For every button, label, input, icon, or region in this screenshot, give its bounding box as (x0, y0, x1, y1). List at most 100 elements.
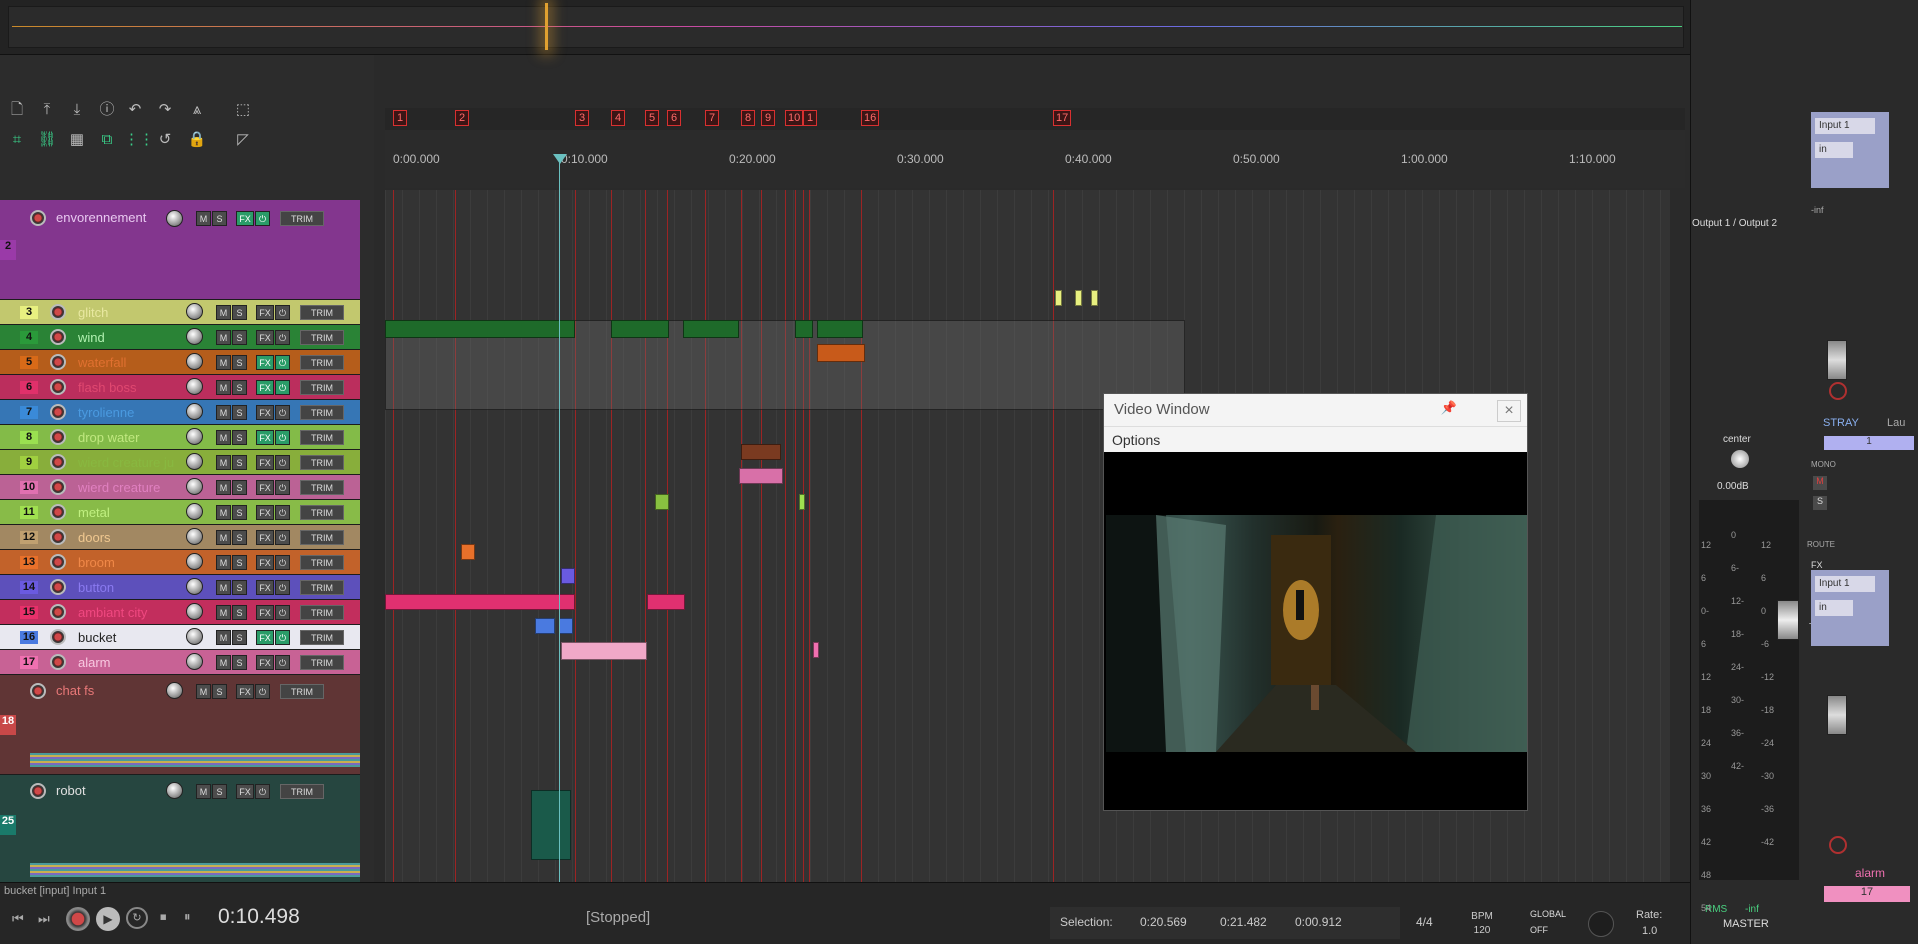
track-name[interactable]: ambiant city (78, 605, 147, 620)
solo-button[interactable]: S (232, 430, 247, 445)
fx-bypass-icon[interactable]: ⏻ (275, 355, 290, 370)
fx-bypass-icon[interactable]: ⏻ (275, 530, 290, 545)
ambiant-city-clip[interactable] (647, 594, 685, 610)
track-number[interactable]: 9 (20, 456, 38, 469)
mixer-track-number[interactable]: 1 (1824, 436, 1914, 450)
fx-button[interactable]: FX (256, 380, 274, 395)
solo-button[interactable]: S (232, 505, 247, 520)
project-marker[interactable]: 7 (705, 110, 719, 126)
overview-playhead[interactable] (545, 3, 548, 50)
track-name[interactable]: alarm (78, 655, 111, 670)
wierd-creature-ju-clip[interactable] (741, 444, 781, 460)
track-row[interactable]: 16 bucket M S FX ⏻ TRIM (0, 625, 360, 650)
wierd-creature-clip[interactable] (739, 468, 783, 484)
fx-button[interactable]: FX (256, 630, 274, 645)
trim-button[interactable]: TRIM (300, 555, 344, 570)
solo-button[interactable]: S (212, 684, 227, 699)
play-button[interactable]: ▶ (96, 907, 120, 931)
track-number[interactable]: 7 (20, 406, 38, 419)
volume-knob[interactable] (166, 782, 183, 799)
record-arm-icon[interactable] (30, 783, 46, 799)
timeline-ruler[interactable]: 1 2 3 4 5 6 7 8 9 10 1 16 17 0:00.000 0:10.000 0:20.00… (385, 108, 1685, 200)
input-select-1[interactable]: Input 1 (1815, 118, 1875, 134)
track-number[interactable]: 13 (20, 556, 38, 569)
track-number[interactable]: 8 (20, 431, 38, 444)
track-name[interactable]: button (78, 580, 114, 595)
track-name[interactable]: doors (78, 530, 111, 545)
record-arm-icon[interactable] (50, 554, 66, 570)
track-name[interactable]: broom (78, 555, 115, 570)
fx-bypass-icon[interactable]: ⏻ (275, 555, 290, 570)
input-select-2[interactable]: Input 1 (1815, 576, 1875, 592)
trim-button[interactable]: TRIM (300, 580, 344, 595)
alarm-clip[interactable] (813, 642, 819, 658)
bucket-clip[interactable] (559, 618, 573, 634)
input-mode-2[interactable]: in (1815, 600, 1853, 616)
fx-bypass-icon[interactable]: ⏻ (255, 784, 270, 799)
volume-knob[interactable] (186, 403, 203, 420)
track-name[interactable]: glitch (78, 305, 108, 320)
mixer-alarm-number[interactable]: 17 (1824, 886, 1910, 902)
mute-button[interactable]: M (196, 684, 211, 699)
project-marker[interactable]: 9 (761, 110, 775, 126)
ripple-icon[interactable]: ⌗ (6, 129, 28, 151)
metronome-icon[interactable]: ⩓ (186, 99, 208, 121)
project-info-icon[interactable]: ⓘ (96, 99, 118, 121)
track-row[interactable]: 2 envorennement M S FX ⏻ TRIM (0, 200, 360, 300)
broom-clip[interactable] (461, 544, 475, 560)
track-name[interactable]: wind (78, 330, 105, 345)
fx-button[interactable]: FX (256, 555, 274, 570)
fx-button[interactable]: FX (256, 355, 274, 370)
rate-value[interactable]: 1.0 (1642, 925, 1657, 937)
lock-icon[interactable]: 🔒 (186, 129, 208, 151)
trim-button[interactable]: TRIM (300, 480, 344, 495)
track-name[interactable]: flash boss (78, 380, 137, 395)
trim-button[interactable]: TRIM (300, 655, 344, 670)
track-row[interactable]: 3 glitch M S FX ⏻ TRIM (0, 300, 360, 325)
selection-start[interactable]: 0:20.569 (1140, 915, 1187, 929)
track-number[interactable]: 14 (20, 581, 38, 594)
video-window[interactable]: Video Window 📌 × Options (1103, 393, 1528, 811)
record-arm-icon[interactable] (50, 429, 66, 445)
track-row[interactable]: 17 alarm M S FX ⏻ TRIM (0, 650, 360, 675)
project-marker[interactable]: 16 (861, 110, 880, 126)
route-button[interactable]: ROUTE (1807, 540, 1835, 549)
mute-button[interactable]: M (216, 555, 231, 570)
video-options-menu[interactable]: Options (1104, 426, 1527, 452)
fx-bypass-icon[interactable]: ⏻ (275, 405, 290, 420)
redo-icon[interactable]: ↷ (154, 99, 176, 121)
record-arm-icon[interactable] (30, 683, 46, 699)
volume-knob[interactable] (186, 628, 203, 645)
volume-knob[interactable] (186, 553, 203, 570)
fx-bypass-icon[interactable]: ⏻ (275, 455, 290, 470)
waterfall-clip[interactable] (817, 344, 865, 362)
fx-button[interactable]: FX (256, 505, 274, 520)
pause-button[interactable]: ⏸ (184, 909, 191, 925)
track-number[interactable]: 18 (0, 715, 16, 735)
solo-button[interactable]: S (232, 655, 247, 670)
track-row[interactable]: 15 ambiant city M S FX ⏻ TRIM (0, 600, 360, 625)
trim-button[interactable]: TRIM (300, 605, 344, 620)
bucket-clip[interactable] (535, 618, 555, 634)
open-project-icon[interactable]: ⤒ (36, 99, 58, 121)
undo-icon[interactable]: ↶ (124, 99, 146, 121)
project-marker[interactable]: 1 (393, 110, 407, 126)
mute-button[interactable]: M (216, 430, 231, 445)
record-arm-icon[interactable] (1829, 836, 1847, 854)
track-row[interactable]: 12 doors M S FX ⏻ TRIM (0, 525, 360, 550)
project-marker[interactable]: 8 (741, 110, 755, 126)
fx-button[interactable]: FX (256, 330, 274, 345)
fx-bypass-icon[interactable]: ⏻ (275, 505, 290, 520)
trim-button[interactable]: TRIM (300, 430, 344, 445)
solo-button[interactable]: S (212, 211, 227, 226)
wind-clip[interactable] (817, 320, 863, 338)
grid-icon[interactable]: ▦ (66, 129, 88, 151)
volume-knob[interactable] (186, 478, 203, 495)
time-signature[interactable]: 4/4 (1416, 915, 1433, 929)
fx-bypass-icon[interactable]: ⏻ (275, 605, 290, 620)
project-marker[interactable]: 6 (667, 110, 681, 126)
track-row[interactable]: 6 flash boss M S FX ⏻ TRIM (0, 375, 360, 400)
folder-track-row[interactable]: 25 robot M S FX ⏻ TRIM (0, 775, 360, 885)
wind-clip[interactable] (795, 320, 813, 338)
volume-knob[interactable] (186, 378, 203, 395)
